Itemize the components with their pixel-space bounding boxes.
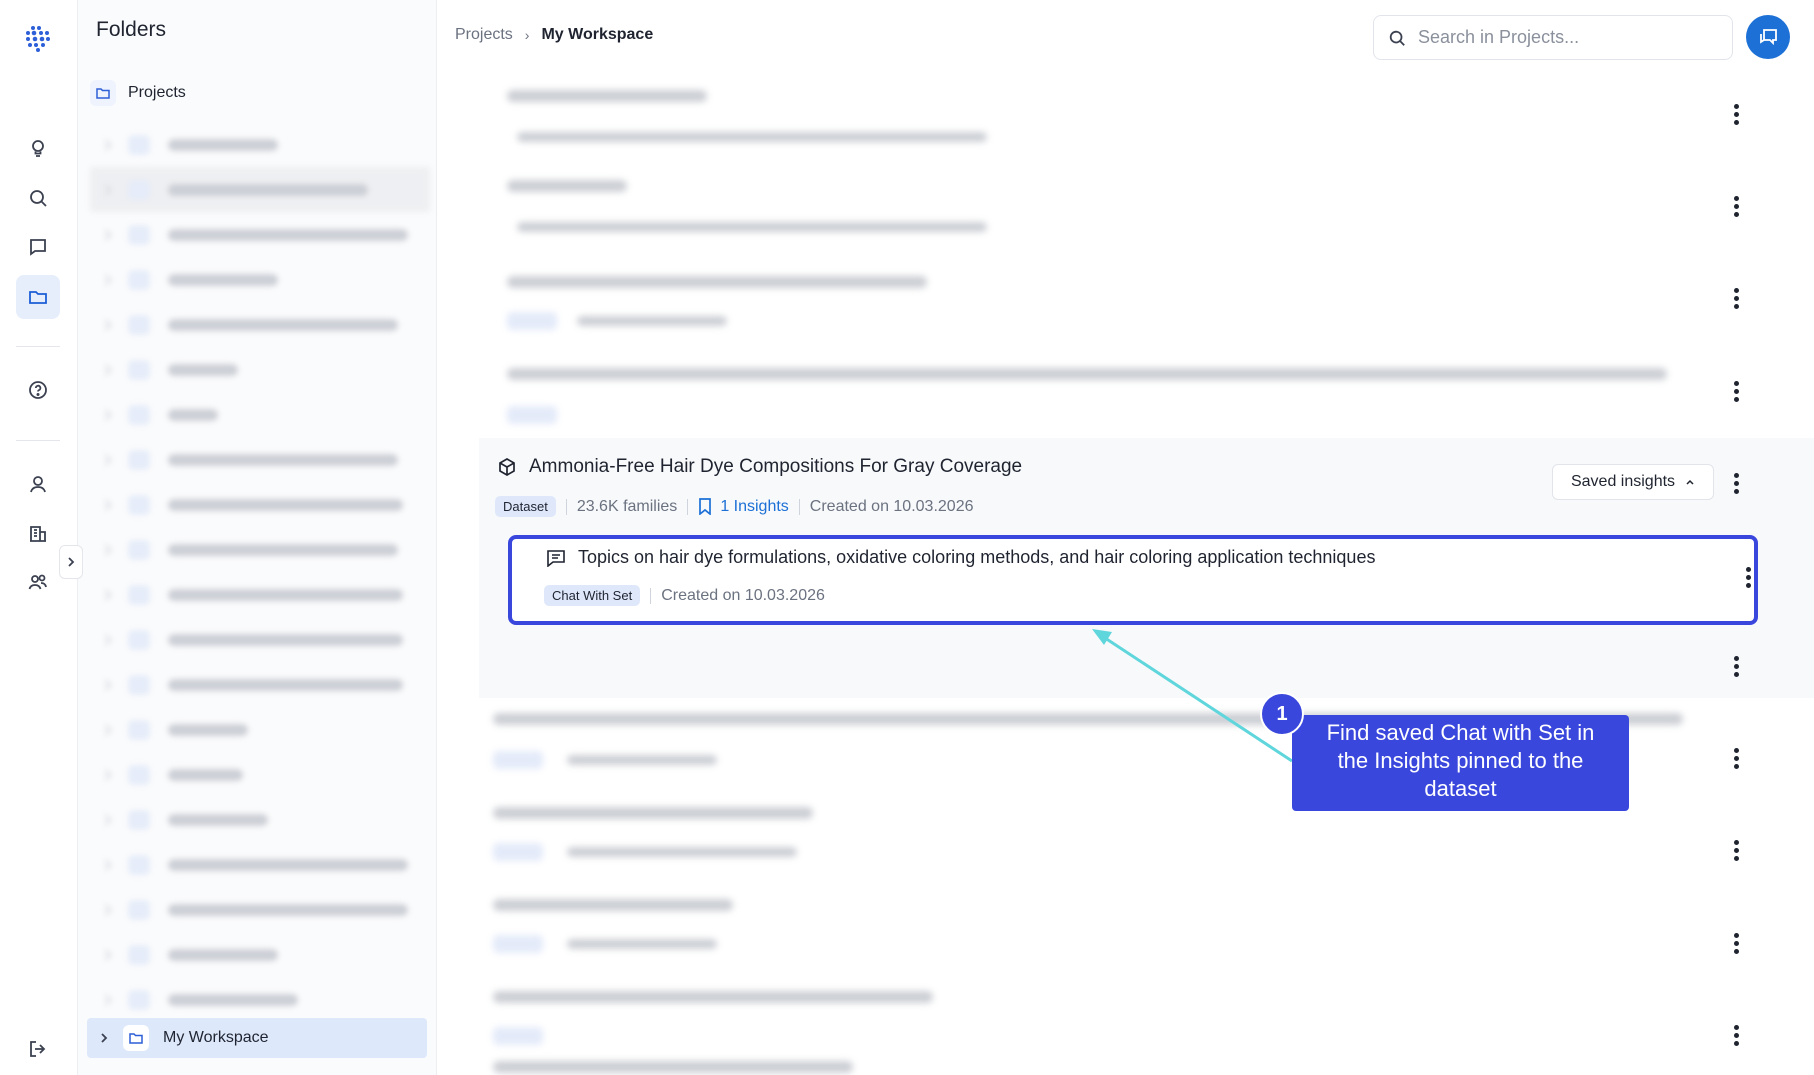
lightbulb-icon[interactable] — [16, 126, 60, 170]
search-icon[interactable] — [16, 176, 60, 220]
left-rail — [0, 0, 78, 1075]
logout-icon[interactable] — [16, 1027, 60, 1071]
folder-icon[interactable] — [16, 275, 60, 319]
more-options-icon[interactable] — [1726, 744, 1746, 772]
insights-count: 1 Insights — [720, 497, 789, 515]
expand-panel-button[interactable] — [59, 545, 83, 579]
chevron-right-icon: › — [524, 27, 530, 43]
cube-icon — [499, 458, 515, 476]
families-count: 23.6K families — [576, 497, 678, 515]
chat-icon[interactable] — [16, 225, 60, 269]
more-options-icon[interactable] — [1726, 469, 1746, 497]
divider — [687, 498, 689, 515]
more-options-icon[interactable] — [1726, 192, 1746, 220]
breadcrumb-current: My Workspace — [541, 26, 654, 43]
insight-title-row: Topics on hair dye formulations, oxidati… — [546, 547, 1375, 568]
top-header: Projects › My Workspace — [437, 0, 1814, 76]
breadcrumb: Projects › My Workspace — [455, 26, 653, 44]
divider — [798, 498, 800, 515]
chat-list-icon — [547, 549, 565, 567]
folder-my-workspace[interactable]: My Workspace — [87, 1018, 427, 1058]
insight-badge: Chat With Set — [544, 585, 641, 606]
dataset-meta: Dataset 23.6K families 1 Insights Create… — [495, 496, 973, 517]
breadcrumb-projects[interactable]: Projects — [455, 26, 513, 44]
help-icon[interactable] — [16, 368, 60, 412]
folder-list-blurred — [90, 122, 430, 1022]
more-options-icon[interactable] — [1726, 652, 1746, 680]
created-date: Created on 10.03.2026 — [661, 586, 825, 604]
building-icon[interactable] — [16, 511, 60, 555]
search-icon — [1389, 30, 1405, 46]
folder-icon — [90, 80, 116, 106]
insights-link[interactable]: 1 Insights — [698, 497, 789, 516]
step-number-badge: 1 — [1260, 692, 1304, 736]
callout-text: Find saved Chat with Set in the Insights… — [1326, 720, 1595, 801]
blurred-rows-bottom — [437, 621, 1737, 1075]
logo-icon[interactable] — [24, 24, 52, 52]
user-icon[interactable] — [16, 462, 60, 506]
more-options-icon[interactable] — [1738, 563, 1758, 591]
more-options-icon[interactable] — [1726, 836, 1746, 864]
chevron-right-icon — [68, 557, 75, 567]
more-options-icon[interactable] — [1726, 284, 1746, 312]
more-options-icon[interactable] — [1726, 377, 1746, 405]
chevron-right-icon[interactable] — [99, 1032, 109, 1044]
insight-meta: Chat With Set Created on 10.03.2026 — [544, 585, 825, 606]
chat-bubbles-icon — [1760, 29, 1777, 46]
insight-row-highlighted[interactable]: Topics on hair dye formulations, oxidati… — [508, 535, 1758, 625]
rail-divider — [16, 440, 60, 441]
saved-insights-label: Saved insights — [1570, 473, 1676, 490]
chevron-up-icon — [1686, 479, 1694, 485]
created-date: Created on 10.03.2026 — [809, 497, 974, 515]
more-options-icon[interactable] — [1726, 1021, 1746, 1049]
search-input[interactable] — [1418, 27, 1708, 48]
saved-insights-button[interactable]: Saved insights — [1552, 464, 1714, 500]
rail-divider — [16, 346, 60, 347]
more-options-icon[interactable] — [1726, 929, 1746, 957]
divider — [565, 498, 567, 515]
folder-label: Projects — [128, 84, 186, 101]
folders-title: Folders — [96, 18, 167, 41]
dataset-badge: Dataset — [495, 496, 556, 517]
folder-icon — [123, 1025, 149, 1051]
team-icon[interactable] — [16, 560, 60, 604]
search-box[interactable] — [1373, 15, 1733, 60]
tutorial-callout: Find saved Chat with Set in the Insights… — [1292, 715, 1629, 811]
insight-title[interactable]: Topics on hair dye formulations, oxidati… — [578, 547, 1375, 568]
dataset-title-row: Ammonia-Free Hair Dye Compositions For G… — [497, 456, 1022, 478]
bookmark-icon — [699, 498, 712, 515]
blurred-rows-top — [437, 76, 1737, 424]
folders-panel: Folders Projects My Workspace — [78, 0, 437, 1075]
folder-projects[interactable]: Projects — [90, 76, 186, 110]
more-options-icon[interactable] — [1726, 100, 1746, 128]
divider — [650, 587, 652, 604]
chat-support-button[interactable] — [1746, 15, 1790, 59]
dataset-title[interactable]: Ammonia-Free Hair Dye Compositions For G… — [529, 456, 1022, 478]
folder-label: My Workspace — [163, 1029, 269, 1046]
